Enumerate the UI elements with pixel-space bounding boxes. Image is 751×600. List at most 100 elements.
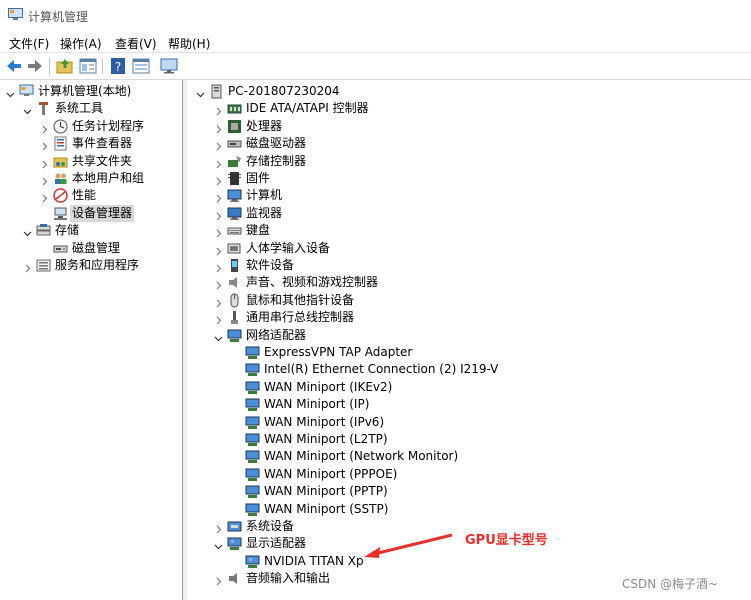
device-tree-row[interactable]: WAN Miniport (PPPOE) [187,466,751,483]
nav-tree-row[interactable]: 磁盘管理 [0,240,182,257]
device-tree-row[interactable]: ExpressVPN TAP Adapter [187,344,751,361]
chevron-right-icon[interactable] [40,157,49,169]
device-tree-row[interactable]: WAN Miniport (SSTP) [187,501,751,518]
chevron-right-icon[interactable] [214,574,223,586]
device-tree-row[interactable]: 监视器 [187,205,751,222]
device-tree-row[interactable]: IDE ATA/ATAPI 控制器 [187,100,751,117]
computer-management-icon [8,8,23,21]
nav-tree-label: 服务和应用程序 [55,258,140,272]
nav-tree-row[interactable]: 共享文件夹 [0,153,182,170]
device-tree-row[interactable]: 网络适配器 [187,327,751,344]
device-tree-row[interactable]: WAN Miniport (IKEv2) [187,379,751,396]
services-icon [36,258,51,273]
chevron-right-icon[interactable] [214,313,223,325]
nav-tree-row[interactable]: 本地用户和组 [0,170,182,187]
window-title: 计算机管理 [28,10,89,24]
monitor-icon[interactable] [159,56,179,76]
chevron-down-icon[interactable] [23,104,32,115]
device-tree-row[interactable]: 人体学输入设备 [187,240,751,257]
tools-icon [36,101,51,116]
device-tree-label: WAN Miniport (IPv6) [264,414,385,429]
chevron-right-icon[interactable] [214,174,223,186]
properties-icon[interactable] [131,56,151,76]
menu-file[interactable]: 文件(F) [9,35,49,52]
chevron-right-icon[interactable] [214,191,223,203]
chevron-right-icon[interactable] [214,104,223,116]
nav-tree-label: 设备管理器 [70,204,135,222]
chevron-down-icon[interactable] [23,226,32,237]
chevron-right-icon[interactable] [214,278,223,290]
device-tree-label: 固件 [246,171,271,185]
device-tree-row[interactable]: PC-201807230204 [187,83,751,100]
firmware-icon [227,171,242,186]
nav-tree-row[interactable]: 系统工具 [0,100,182,117]
device-tree-row[interactable]: 存储控制器 [187,153,751,170]
nav-tree-label: 任务计划程序 [72,118,145,133]
chevron-right-icon[interactable] [23,261,32,273]
help-icon[interactable]: ? [108,56,128,76]
nav-tree-label: 事件查看器 [72,136,133,151]
nav-tree-row[interactable]: 性能 [0,187,182,204]
chevron-right-icon[interactable] [214,157,223,169]
device-tree-row[interactable]: WAN Miniport (IP) [187,396,751,413]
device-tree-row[interactable]: WAN Miniport (Network Monitor) [187,448,751,465]
gpu-annotation-label: GPU显卡型号 [465,533,548,548]
device-tree-row[interactable]: 计算机 [187,187,751,204]
up-folder-icon[interactable] [55,56,75,76]
nav-tree-row[interactable]: 存储 [0,222,182,239]
speaker-icon [227,275,242,290]
chevron-right-icon[interactable] [214,122,223,134]
chevron-right-icon[interactable] [40,122,49,134]
chevron-down-icon[interactable] [214,331,223,341]
device-manager-icon [53,206,68,221]
device-tree-label: NVIDIA TITAN Xp [264,553,364,568]
nav-tree-label: 本地用户和组 [72,171,145,185]
chevron-right-icon[interactable] [40,174,49,186]
device-tree-row[interactable]: 声音、视频和游戏控制器 [187,274,751,291]
nav-tree-row[interactable]: 服务和应用程序 [0,257,182,274]
device-tree-row[interactable]: WAN Miniport (L2TP) [187,431,751,448]
device-tree-row[interactable]: 键盘 [187,222,751,239]
forward-icon[interactable] [25,56,45,76]
computer-root-icon [209,84,224,99]
chevron-right-icon[interactable] [40,139,49,151]
clock-icon [53,119,68,134]
device-tree-pane[interactable]: PC-201807230204 IDE ATA/ATAPI 控制器 处理器 磁盘驱动器… [187,80,751,600]
chevron-down-icon[interactable] [196,87,205,98]
menu-view[interactable]: 查看(V) [115,35,157,52]
device-tree-label: 音频输入和输出 [246,571,331,586]
chevron-right-icon[interactable] [214,139,223,151]
menu-action[interactable]: 操作(A) [60,35,102,52]
menu-help[interactable]: 帮助(H) [168,35,210,52]
nav-tree-row[interactable]: 计算机管理(本地) [0,83,182,100]
chevron-down-icon[interactable] [6,87,15,98]
nav-tree-row[interactable]: 设备管理器 [0,204,182,222]
show-hide-tree-icon[interactable] [78,56,98,76]
device-tree-row[interactable]: 磁盘驱动器 [187,135,751,152]
chevron-right-icon[interactable] [214,209,223,221]
back-icon[interactable] [4,56,24,76]
nav-tree-row[interactable]: 任务计划程序 [0,118,182,135]
navigation-tree-pane[interactable]: 计算机管理(本地) 系统工具任务计划程序 事件查看器共享文件夹 本地用户和组性能 设备管… [0,80,183,600]
chevron-down-icon[interactable] [214,539,223,550]
device-tree-row[interactable]: Intel(R) Ethernet Connection (2) I219-V [187,361,751,378]
chevron-right-icon[interactable] [214,296,223,308]
performance-icon [53,188,68,204]
network-adapter-icon [245,484,260,499]
chevron-right-icon[interactable] [214,226,223,238]
nav-tree-row[interactable]: 事件查看器 [0,135,182,152]
device-tree-row[interactable]: WAN Miniport (IPv6) [187,414,751,431]
nav-tree-label: 系统工具 [55,101,104,116]
chevron-right-icon[interactable] [214,522,223,534]
device-tree-row[interactable]: WAN Miniport (PPTP) [187,483,751,500]
device-tree-row[interactable]: 通用串行总线控制器 [187,309,751,326]
chevron-right-icon[interactable] [40,191,49,203]
device-tree-row[interactable]: 软件设备 [187,257,751,274]
menu-bar: 文件(F) 操作(A) 查看(V) 帮助(H) [0,32,751,52]
chevron-right-icon[interactable] [214,261,223,273]
device-tree-row[interactable]: 鼠标和其他指针设备 [187,292,751,309]
device-tree-row[interactable]: NVIDIA TITAN Xp [187,553,751,570]
device-tree-row[interactable]: 固件 [187,170,751,187]
chevron-right-icon[interactable] [214,244,223,256]
device-tree-row[interactable]: 处理器 [187,118,751,135]
